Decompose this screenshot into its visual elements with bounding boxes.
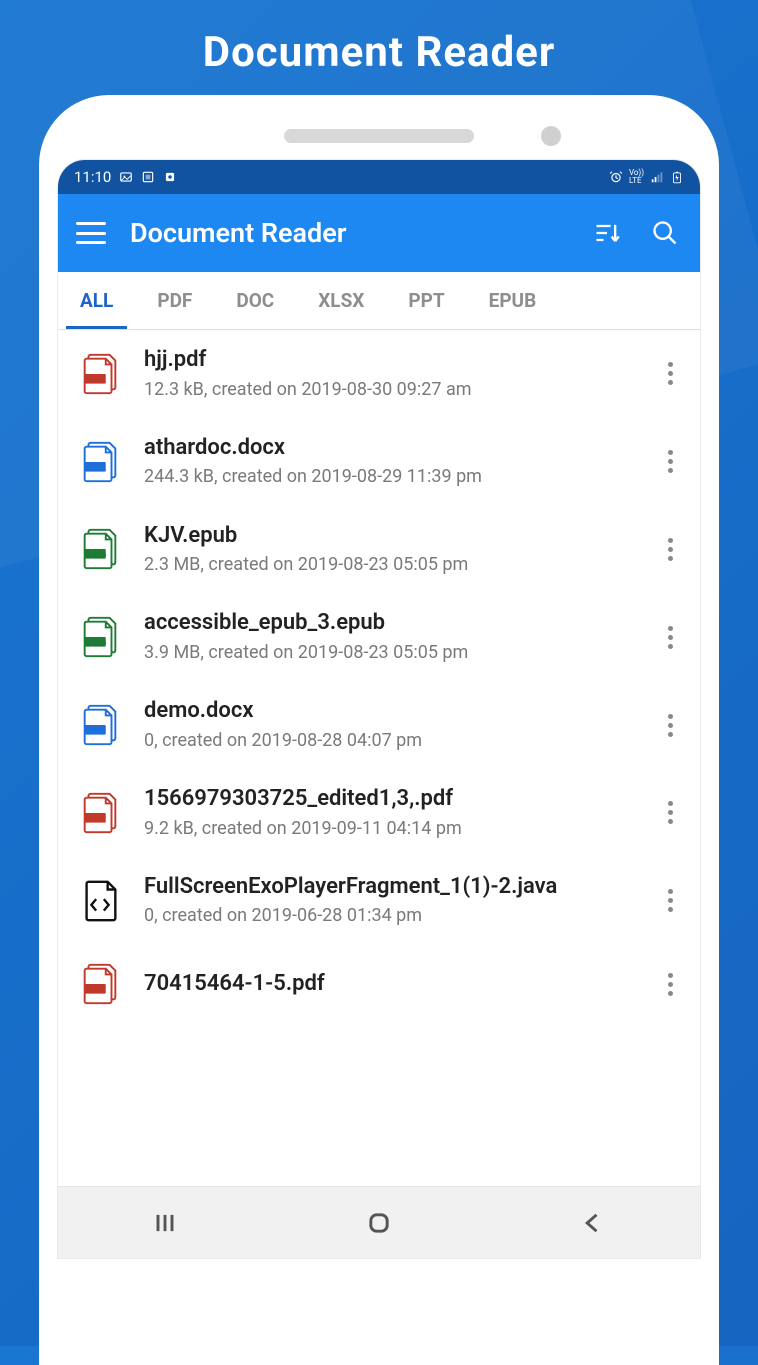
file-name: 70415464-1-5.pdf	[144, 970, 638, 999]
file-meta: 0, created on 2019-06-28 01:34 pm	[144, 903, 638, 928]
svg-text:ePUB: ePUB	[85, 550, 106, 559]
file-item[interactable]: PDF hjj.pdf12.3 kB, created on 2019-08-3…	[58, 330, 700, 418]
sort-button[interactable]	[590, 216, 624, 250]
status-bar: 11:10 Vo))LTE	[58, 160, 700, 194]
promo-title: Document Reader	[0, 0, 758, 95]
menu-icon[interactable]	[76, 222, 106, 244]
app-title: Document Reader	[130, 217, 566, 249]
pdf-file-icon: PDF	[76, 960, 124, 1008]
file-meta: 12.3 kB, created on 2019-08-30 09:27 am	[144, 377, 638, 402]
svg-text:PDF: PDF	[88, 375, 104, 384]
epub-file-icon: ePUB	[76, 613, 124, 661]
file-name: 1566979303725_edited1,3,.pdf	[144, 785, 638, 814]
file-overflow-menu[interactable]	[658, 973, 682, 996]
nav-recents[interactable]	[135, 1203, 195, 1243]
svg-text:DOC: DOC	[87, 726, 104, 735]
svg-text:ePUB: ePUB	[85, 638, 106, 647]
nav-home[interactable]	[349, 1203, 409, 1243]
file-meta: 3.9 MB, created on 2019-08-23 05:05 pm	[144, 640, 638, 665]
file-list: PDF hjj.pdf12.3 kB, created on 2019-08-3…	[58, 330, 700, 1186]
file-item[interactable]: ePUB KJV.epub2.3 MB, created on 2019-08-…	[58, 506, 700, 594]
tab-ppt[interactable]: PPT	[386, 272, 466, 329]
svg-text:DOC: DOC	[87, 462, 104, 471]
file-meta: 9.2 kB, created on 2019-09-11 04:14 pm	[144, 816, 638, 841]
app-bar: Document Reader	[58, 194, 700, 272]
file-name: demo.docx	[144, 697, 638, 726]
status-time: 11:10	[74, 168, 111, 186]
battery-icon	[670, 170, 684, 184]
signal-icon	[650, 170, 664, 184]
svg-text:PDF: PDF	[88, 985, 104, 994]
doc-file-icon: DOC	[76, 701, 124, 749]
file-overflow-menu[interactable]	[658, 538, 682, 561]
pdf-file-icon: PDF	[76, 789, 124, 837]
file-name: athardoc.docx	[144, 434, 638, 463]
nav-back[interactable]	[563, 1203, 623, 1243]
svg-text:PDF: PDF	[88, 813, 104, 822]
file-item[interactable]: DOC demo.docx0, created on 2019-08-28 04…	[58, 681, 700, 769]
pdf-file-icon: PDF	[76, 350, 124, 398]
file-overflow-menu[interactable]	[658, 450, 682, 473]
tab-pdf[interactable]: PDF	[135, 272, 214, 329]
file-meta: 2.3 MB, created on 2019-08-23 05:05 pm	[144, 552, 638, 577]
android-nav-bar	[58, 1186, 700, 1258]
image-icon	[119, 170, 133, 184]
file-meta: 0, created on 2019-08-28 04:07 pm	[144, 728, 638, 753]
file-overflow-menu[interactable]	[658, 626, 682, 649]
tab-xlsx[interactable]: XLSX	[296, 272, 386, 329]
file-overflow-menu[interactable]	[658, 801, 682, 824]
epub-file-icon: ePUB	[76, 525, 124, 573]
record-icon	[163, 170, 177, 184]
file-overflow-menu[interactable]	[658, 362, 682, 385]
file-item[interactable]: ePUB accessible_epub_3.epub3.9 MB, creat…	[58, 593, 700, 681]
volte-icon: Vo))LTE	[629, 169, 644, 185]
file-name: KJV.epub	[144, 522, 638, 551]
file-overflow-menu[interactable]	[658, 889, 682, 912]
file-item[interactable]: DOC athardoc.docx244.3 kB, created on 20…	[58, 418, 700, 506]
file-item[interactable]: PDF 70415464-1-5.pdf	[58, 944, 700, 1024]
file-overflow-menu[interactable]	[658, 714, 682, 737]
file-name: FullScreenExoPlayerFragment_1(1)-2.java	[144, 873, 638, 902]
file-name: hjj.pdf	[144, 346, 638, 375]
phone-notch	[57, 113, 701, 159]
doc-file-icon: DOC	[76, 438, 124, 486]
screenshot-icon	[141, 170, 155, 184]
tab-doc[interactable]: DOC	[214, 272, 296, 329]
file-name: accessible_epub_3.epub	[144, 609, 638, 638]
tab-epub[interactable]: EPUB	[467, 272, 543, 329]
alarm-icon	[609, 170, 623, 184]
file-item[interactable]: PDF 1566979303725_edited1,3,.pdf9.2 kB, …	[58, 769, 700, 857]
phone-frame: 11:10 Vo))LTE Document Reader	[39, 95, 719, 1365]
phone-screen: 11:10 Vo))LTE Document Reader	[57, 159, 701, 1259]
file-meta: 244.3 kB, created on 2019-08-29 11:39 pm	[144, 464, 638, 489]
tab-all[interactable]: ALL	[58, 272, 135, 329]
tab-bar: ALLPDFDOCXLSXPPTEPUB	[58, 272, 700, 330]
code-file-icon	[76, 877, 124, 925]
search-button[interactable]	[648, 216, 682, 250]
file-item[interactable]: FullScreenExoPlayerFragment_1(1)-2.java0…	[58, 857, 700, 945]
